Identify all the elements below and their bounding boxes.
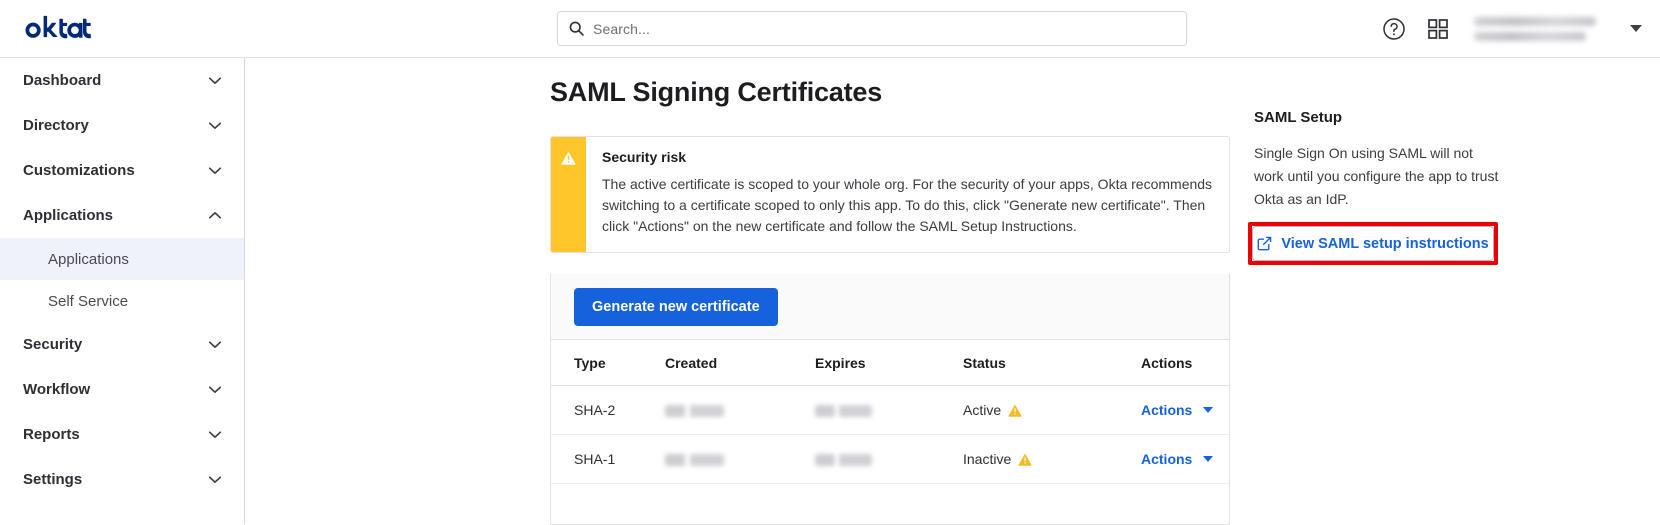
column-header-created: Created — [665, 340, 815, 386]
saml-setup-description: Single Sign On using SAML will not work … — [1254, 145, 1499, 207]
user-org-redacted — [1474, 31, 1586, 41]
actions-dropdown-button[interactable]: Actions — [1141, 451, 1214, 467]
okta-logo[interactable] — [0, 0, 245, 57]
status-badge: Active — [963, 402, 1002, 418]
sidebar-item-customizations[interactable]: Customizations — [0, 148, 244, 193]
sidebar-label: Reports — [23, 426, 80, 443]
main-content: SAML Signing Certificates Security risk … — [246, 57, 1660, 525]
user-email-redacted — [1474, 16, 1596, 26]
sidebar-label: Applications — [23, 207, 114, 224]
warning-triangle-icon — [561, 151, 576, 165]
status-badge: Inactive — [963, 451, 1012, 467]
column-header-type: Type — [551, 340, 665, 386]
external-link-icon — [1257, 236, 1272, 251]
alert-accent-stripe — [551, 137, 586, 252]
sidebar-label: Customizations — [23, 162, 135, 179]
sidebar-item-reports[interactable]: Reports — [0, 412, 244, 457]
certificates-card: Generate new certificate Type Created Ex… — [550, 274, 1230, 525]
chevron-down-icon — [208, 167, 222, 174]
sidebar-item-applications[interactable]: Applications — [0, 193, 244, 238]
top-bar-actions — [1382, 0, 1642, 57]
card-toolbar: Generate new certificate — [551, 274, 1229, 340]
chevron-down-icon — [208, 122, 222, 129]
sidebar-item-settings[interactable]: Settings — [0, 457, 244, 502]
chevron-up-icon — [208, 212, 222, 219]
saml-setup-panel: SAML Setup Single Sign On using SAML wil… — [1248, 109, 1554, 265]
chevron-down-icon — [208, 341, 222, 348]
table-header-row: Type Created Expires Status Actions — [551, 340, 1229, 386]
top-bar: Search... — [0, 0, 1660, 57]
search-icon — [569, 21, 584, 36]
column-header-actions: Actions — [1141, 340, 1229, 386]
global-search[interactable]: Search... — [557, 11, 1187, 46]
alert-body: Security risk The active certificate is … — [586, 137, 1229, 252]
view-saml-setup-instructions-button[interactable]: View SAML setup instructions — [1252, 226, 1494, 261]
generate-new-certificate-button[interactable]: Generate new certificate — [574, 287, 778, 326]
cell-type: SHA-2 — [551, 385, 665, 435]
expires-date-redacted — [815, 454, 872, 467]
sidebar-item-security[interactable]: Security — [0, 322, 244, 367]
sidebar-subitem-self-service[interactable]: Self Service — [0, 280, 244, 322]
saml-setup-title: SAML Setup — [1254, 109, 1343, 126]
actions-label: Actions — [1141, 451, 1193, 467]
security-risk-alert: Security risk The active certificate is … — [550, 136, 1230, 253]
sidebar-label: Dashboard — [23, 72, 102, 89]
help-circle-icon[interactable] — [1382, 17, 1406, 41]
chevron-down-icon — [208, 476, 222, 483]
sidebar-item-workflow[interactable]: Workflow — [0, 367, 244, 412]
column-header-expires: Expires — [815, 340, 963, 386]
chevron-down-icon — [208, 431, 222, 438]
alert-message: The active certificate is scoped to your… — [602, 176, 1213, 234]
cell-type: SHA-1 — [551, 434, 665, 484]
button-label: View SAML setup instructions — [1281, 235, 1489, 252]
cell-actions: Actions — [1141, 385, 1229, 435]
actions-label: Actions — [1141, 402, 1193, 418]
actions-dropdown-button[interactable]: Actions — [1141, 402, 1214, 418]
chevron-down-icon — [208, 77, 222, 84]
chevron-down-icon[interactable] — [1630, 25, 1642, 32]
cell-status: Active — [963, 385, 1141, 435]
table-row: SHA-1 Inactive Actions — [551, 434, 1229, 484]
sidebar-label: Settings — [23, 471, 83, 488]
search-input-box[interactable]: Search... — [557, 11, 1187, 46]
created-date-redacted — [665, 405, 724, 418]
cell-expires — [815, 385, 963, 435]
expires-date-redacted — [815, 405, 872, 418]
cell-expires — [815, 434, 963, 484]
search-placeholder: Search... — [593, 20, 650, 37]
caret-down-icon — [1203, 407, 1214, 413]
warning-triangle-icon — [1008, 404, 1022, 417]
sidebar-subitem-applications[interactable]: Applications — [0, 238, 244, 280]
user-menu[interactable] — [1474, 9, 1596, 49]
table-row: SHA-2 Active Actions — [551, 385, 1229, 435]
grid-apps-icon[interactable] — [1426, 17, 1450, 41]
sidebar-label: Self Service — [48, 292, 129, 310]
column-header-status: Status — [963, 340, 1141, 386]
created-date-redacted — [665, 454, 724, 467]
sidebar-item-dashboard[interactable]: Dashboard — [0, 58, 244, 103]
cell-actions: Actions — [1141, 434, 1229, 484]
cell-status: Inactive — [963, 434, 1141, 484]
caret-down-icon — [1203, 456, 1214, 462]
sidebar-item-directory[interactable]: Directory — [0, 103, 244, 148]
highlight-annotation-box: View SAML setup instructions — [1248, 222, 1498, 265]
sidebar-label: Workflow — [23, 381, 91, 398]
certificates-table: Type Created Expires Status Actions SHA-… — [551, 340, 1229, 484]
sidebar-navigation: Dashboard Directory Customizations Appli… — [0, 57, 245, 524]
chevron-down-icon — [208, 386, 222, 393]
sidebar-label: Directory — [23, 117, 89, 134]
sidebar-label: Applications — [48, 250, 129, 268]
alert-title: Security risk — [602, 149, 687, 165]
sidebar-label: Security — [23, 336, 83, 353]
cell-created — [665, 385, 815, 435]
warning-triangle-icon — [1018, 453, 1032, 466]
cell-created — [665, 434, 815, 484]
page-title: SAML Signing Certificates — [550, 77, 883, 107]
